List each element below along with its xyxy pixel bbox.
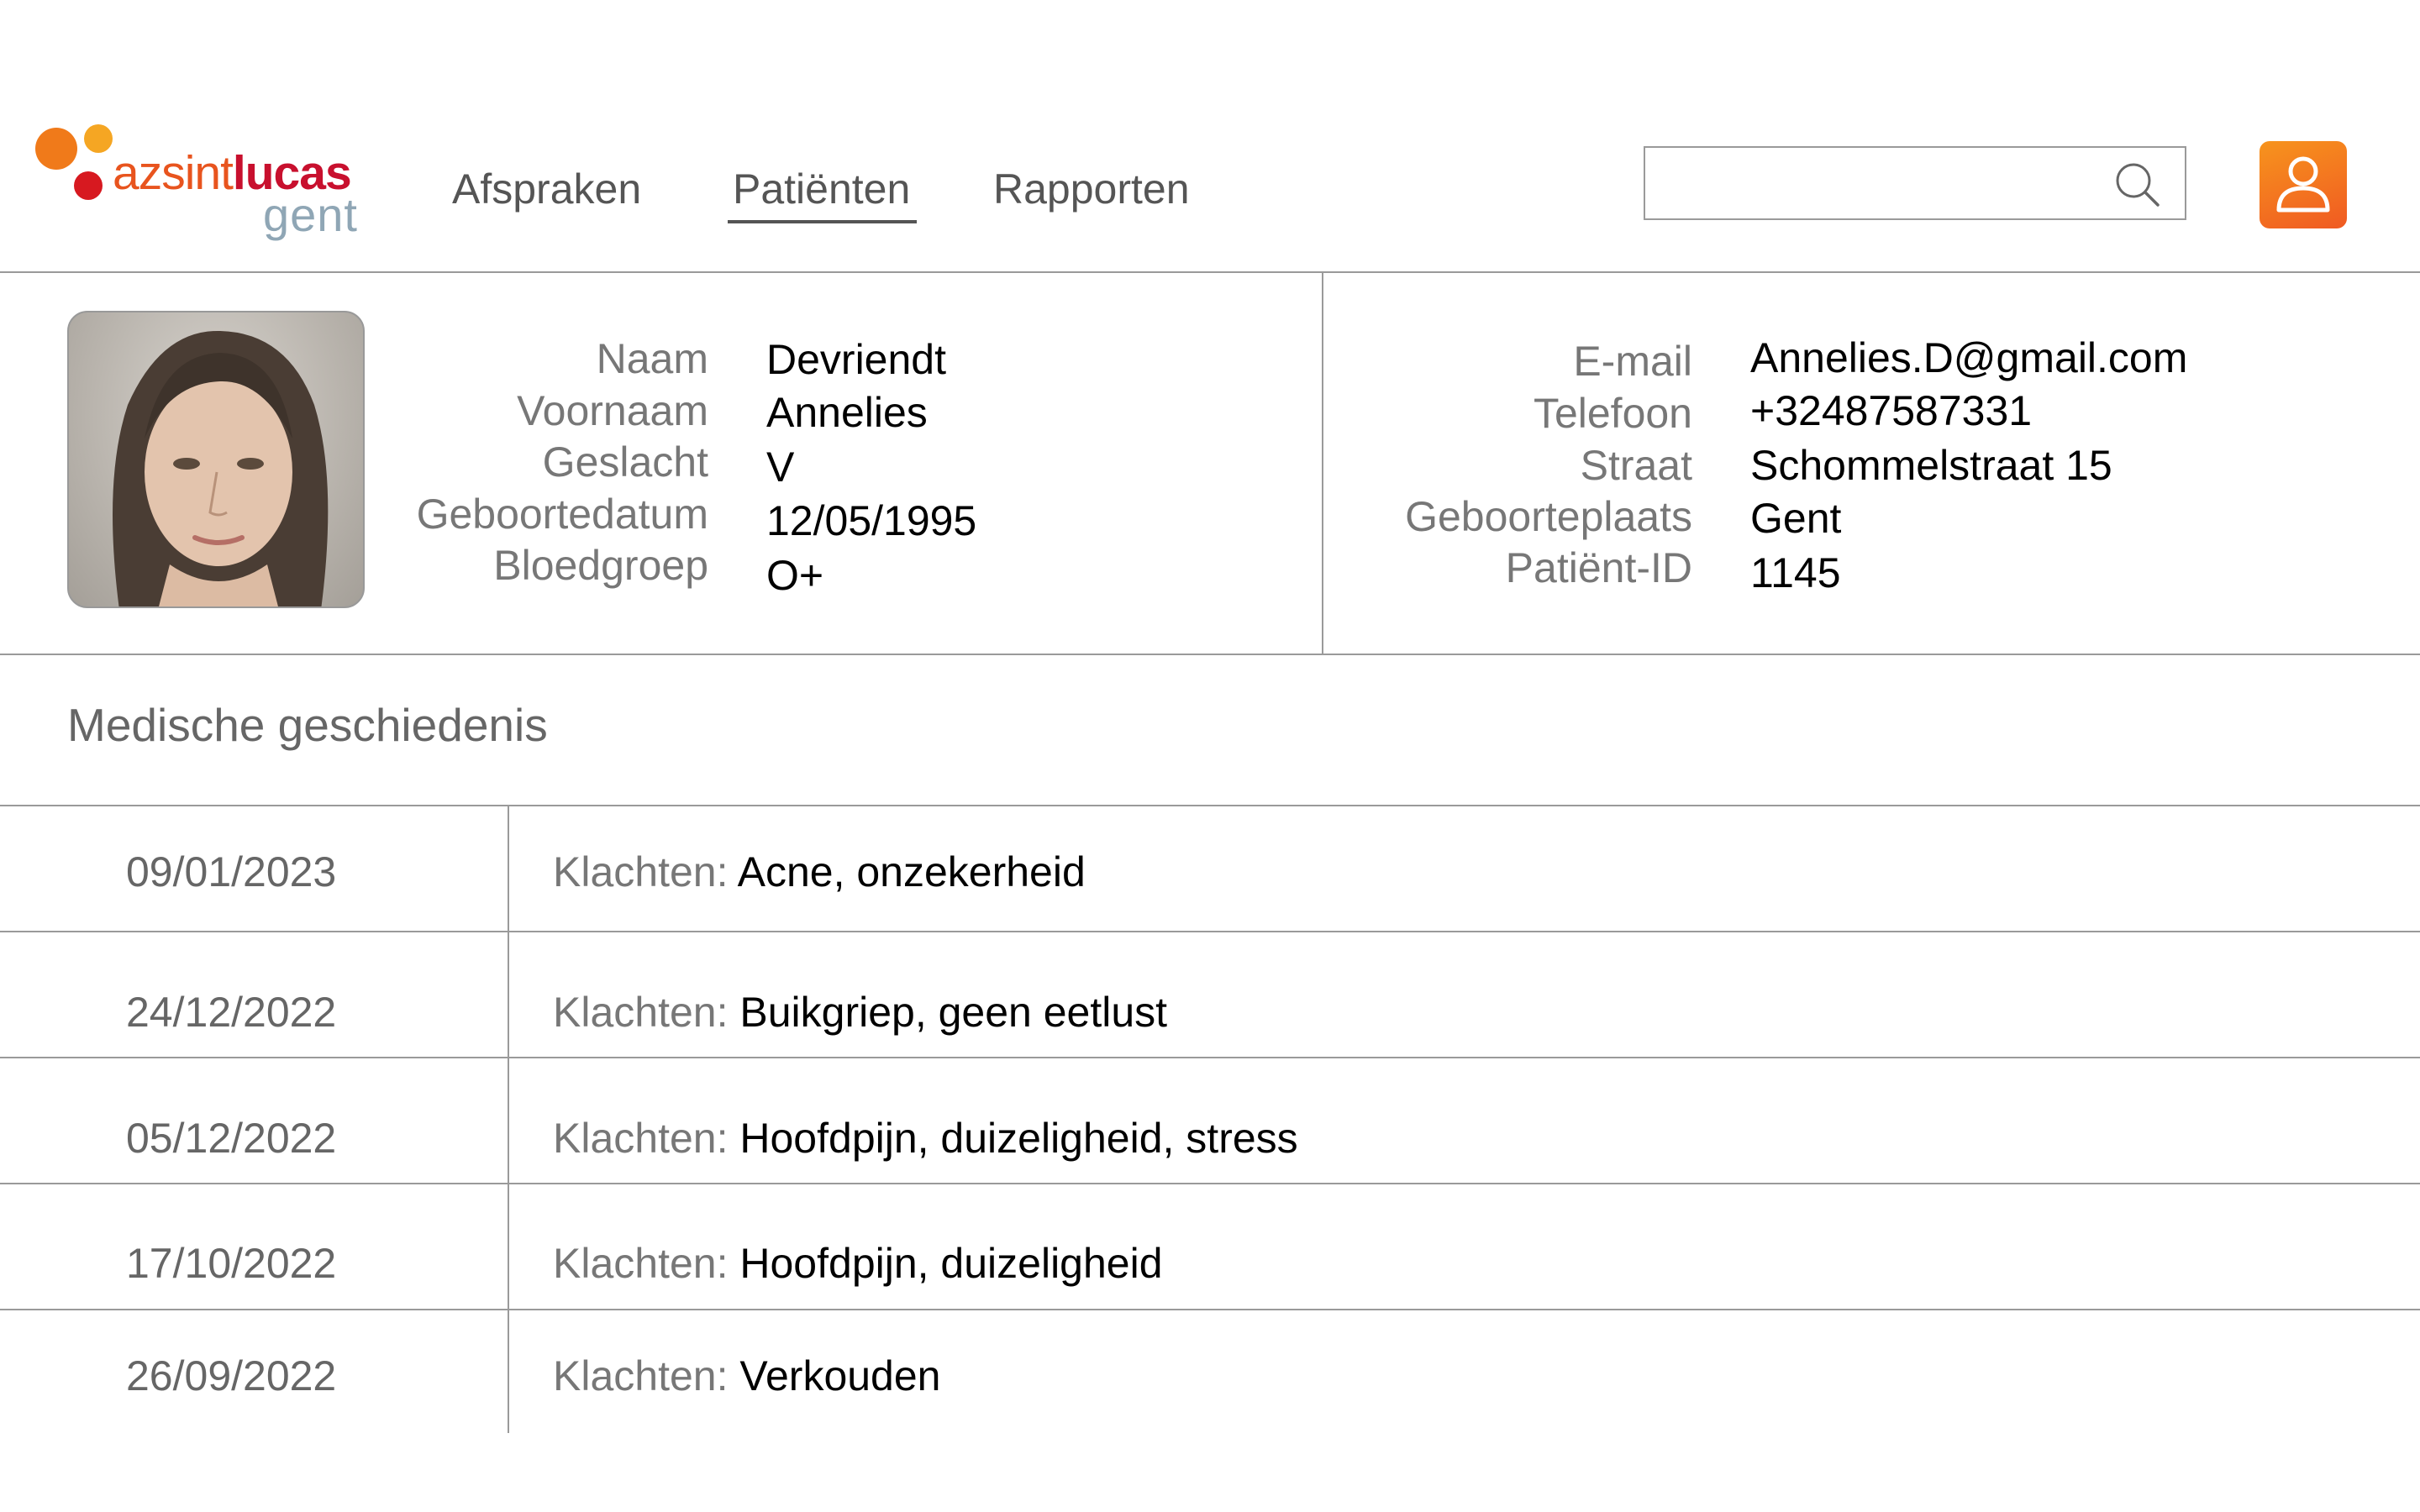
complaint-value: Acne, onzekerheid bbox=[737, 848, 1086, 895]
value-email: Annelies.D@gmail.com bbox=[1750, 334, 2188, 381]
history-column-divider bbox=[508, 805, 509, 1433]
complaint-label: Klachten: bbox=[553, 1240, 729, 1287]
complaint-label: Klachten: bbox=[553, 1115, 729, 1162]
value-patient-id: 1145 bbox=[1750, 549, 1841, 596]
nav-patienten[interactable]: Patiënten bbox=[727, 160, 918, 223]
complaint-label: Klachten: bbox=[553, 989, 729, 1036]
complaint-label: Klachten: bbox=[553, 848, 729, 895]
logo-dot-yellow bbox=[84, 124, 113, 153]
label-bloedgroep: Bloedgroep bbox=[493, 542, 708, 589]
value-bloedgroep: O+ bbox=[766, 552, 824, 599]
complaint-value: Hoofdpijn, duizeligheid bbox=[739, 1240, 1163, 1287]
row-complaint: Klachten: Buikgriep, geen eetlust bbox=[553, 987, 1167, 1037]
row-complaint: Klachten: Hoofdpijn, duizeligheid, stres… bbox=[553, 1113, 1298, 1163]
complaint-value: Hoofdpijn, duizeligheid, stress bbox=[739, 1115, 1298, 1162]
row-date: 09/01/2023 bbox=[126, 848, 337, 895]
row-complaint: Klachten: Verkouden bbox=[553, 1351, 940, 1401]
row-date: 05/12/2022 bbox=[126, 1115, 337, 1162]
row-complaint: Klachten: Hoofdpijn, duizeligheid bbox=[553, 1238, 1163, 1289]
label-email: E-mail bbox=[1573, 338, 1692, 385]
complaint-value: Verkouden bbox=[739, 1352, 941, 1399]
row-divider bbox=[0, 1183, 2420, 1184]
info-divider bbox=[0, 654, 2420, 655]
value-telefoon: +32487587331 bbox=[1750, 387, 2033, 434]
nav-rapporten[interactable]: Rapporten bbox=[993, 160, 1190, 218]
search-box bbox=[1644, 146, 2186, 220]
value-geboortedatum: 12/05/1995 bbox=[766, 497, 977, 544]
label-naam: Naam bbox=[596, 335, 708, 382]
nav-afspraken[interactable]: Afspraken bbox=[452, 160, 641, 218]
row-divider bbox=[0, 931, 2420, 932]
label-voornaam: Voornaam bbox=[517, 387, 708, 434]
logo-city: gent bbox=[263, 188, 358, 241]
row-date: 17/10/2022 bbox=[126, 1240, 337, 1287]
label-patient-id: Patiënt-ID bbox=[1505, 544, 1692, 591]
label-geboorteplaats: Geboorteplaats bbox=[1405, 493, 1692, 540]
row-date: 26/09/2022 bbox=[126, 1352, 337, 1399]
row-divider bbox=[0, 1309, 2420, 1310]
history-top-divider bbox=[0, 805, 2420, 806]
user-account-button[interactable] bbox=[2260, 141, 2347, 228]
logo-dot-red bbox=[74, 171, 103, 200]
section-title-medische-geschiedenis: Medische geschiedenis bbox=[67, 699, 548, 751]
complaint-value: Buikgriep, geen eetlust bbox=[739, 989, 1168, 1036]
logo-dot-orange bbox=[35, 128, 77, 170]
complaint-label: Klachten: bbox=[553, 1352, 729, 1399]
value-geslacht: V bbox=[766, 444, 795, 491]
row-divider bbox=[0, 1057, 2420, 1058]
label-geslacht: Geslacht bbox=[542, 438, 708, 486]
info-column-divider bbox=[1322, 271, 1323, 654]
row-complaint: Klachten: Acne, onzekerheid bbox=[553, 847, 1086, 897]
header-divider bbox=[0, 271, 2420, 273]
value-voornaam: Annelies bbox=[766, 389, 928, 436]
label-telefoon: Telefoon bbox=[1533, 390, 1692, 437]
label-geboortedatum: Geboortedatum bbox=[416, 491, 708, 538]
value-geboorteplaats: Gent bbox=[1750, 495, 1842, 542]
value-straat: Schommelstraat 15 bbox=[1750, 442, 2112, 489]
search-icon[interactable] bbox=[2114, 161, 2161, 208]
value-naam: Devriendt bbox=[766, 336, 946, 383]
search-input[interactable] bbox=[1654, 156, 2111, 212]
hospital-logo[interactable]: azsintlucas gent bbox=[32, 124, 376, 242]
row-date: 24/12/2022 bbox=[126, 989, 337, 1036]
label-straat: Straat bbox=[1580, 442, 1692, 489]
user-icon bbox=[2276, 156, 2330, 213]
patient-photo bbox=[67, 311, 365, 608]
